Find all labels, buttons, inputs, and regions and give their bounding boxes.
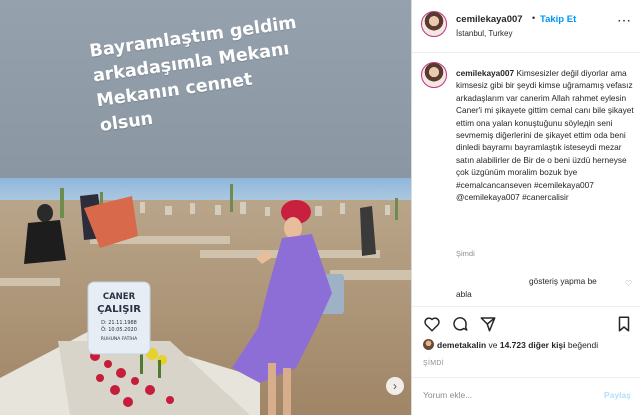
caption-overlay: Bayramlaştım geldim arkadaşımla Mekanı M… [0, 0, 411, 178]
share-send-icon[interactable] [479, 315, 497, 333]
likes-count[interactable]: 14.723 diğer kişi [500, 340, 566, 350]
comment-username-link[interactable]: cemilekaya007 [456, 68, 514, 78]
gravestone-note: RUHUNA FATİHA [101, 335, 138, 342]
likes-summary[interactable]: demetakalin ve 14.723 diğer kişi beğendi [423, 339, 635, 350]
reply-text-line: gösteriş yapma be [529, 276, 597, 286]
location-link[interactable]: İstanbul, Turkey [456, 29, 512, 38]
action-bar [423, 315, 633, 335]
post-sidebar: cemilekaya007 • Takip Et İstanbul, Turke… [411, 0, 640, 415]
cemetery-scene: CANER ÇALIŞIR D: 21.11.1988 Ö: 10.05.202… [0, 178, 411, 415]
like-heart-icon[interactable] [423, 315, 441, 333]
gravestone-death: Ö: 10.05.2020 [101, 326, 137, 333]
post-date: ŞİMDİ [423, 360, 444, 367]
more-options-icon[interactable]: ⋯ [617, 12, 632, 29]
divider [412, 377, 640, 378]
comment-like-heart-icon[interactable]: ♡ [625, 279, 632, 288]
post-comment-button[interactable]: Paylaş [604, 390, 631, 400]
liker-avatar [423, 339, 434, 350]
gravestone-birth: D: 21.11.1988 [101, 320, 137, 326]
comment-text: Kimsesizler değil diyorlar ama kimsesiz … [456, 68, 634, 203]
divider [412, 306, 640, 307]
comment-timestamp: Şimdi [456, 249, 475, 258]
cemetery-photo: CANER ÇALIŞIR D: 21.11.1988 Ö: 10.05.202… [0, 178, 411, 415]
reply-text-line: abla [456, 289, 472, 299]
likes-connector: ve [486, 340, 500, 350]
post-media[interactable]: Bayramlaştım geldim arkadaşımla Mekanı M… [0, 0, 411, 415]
instagram-post-window: Bayramlaştım geldim arkadaşımla Mekanı M… [0, 0, 640, 415]
header-username-link[interactable]: cemilekaya007 [456, 14, 523, 25]
add-comment-input[interactable]: Yorum ekle... [423, 390, 472, 400]
post-header: cemilekaya007 • Takip Et İstanbul, Turke… [412, 0, 640, 53]
separator-dot: • [532, 13, 536, 23]
gravestone-name: CANER [103, 292, 136, 302]
comment-bubble-icon[interactable] [451, 315, 469, 333]
follow-button[interactable]: Takip Et [540, 14, 576, 25]
likes-suffix: beğendi [565, 340, 599, 350]
avatar[interactable] [421, 11, 447, 37]
overlay-caption: Bayramlaştım geldim arkadaşımla Mekanı M… [88, 0, 399, 139]
reply-comment: gösteriş yapma be abla [456, 275, 628, 301]
gravestone-surname: ÇALIŞIR [97, 304, 141, 315]
liker-username[interactable]: demetakalin [437, 340, 486, 350]
next-slide-button[interactable]: › [386, 377, 404, 395]
avatar[interactable] [421, 62, 447, 88]
bookmark-icon[interactable] [615, 315, 633, 333]
